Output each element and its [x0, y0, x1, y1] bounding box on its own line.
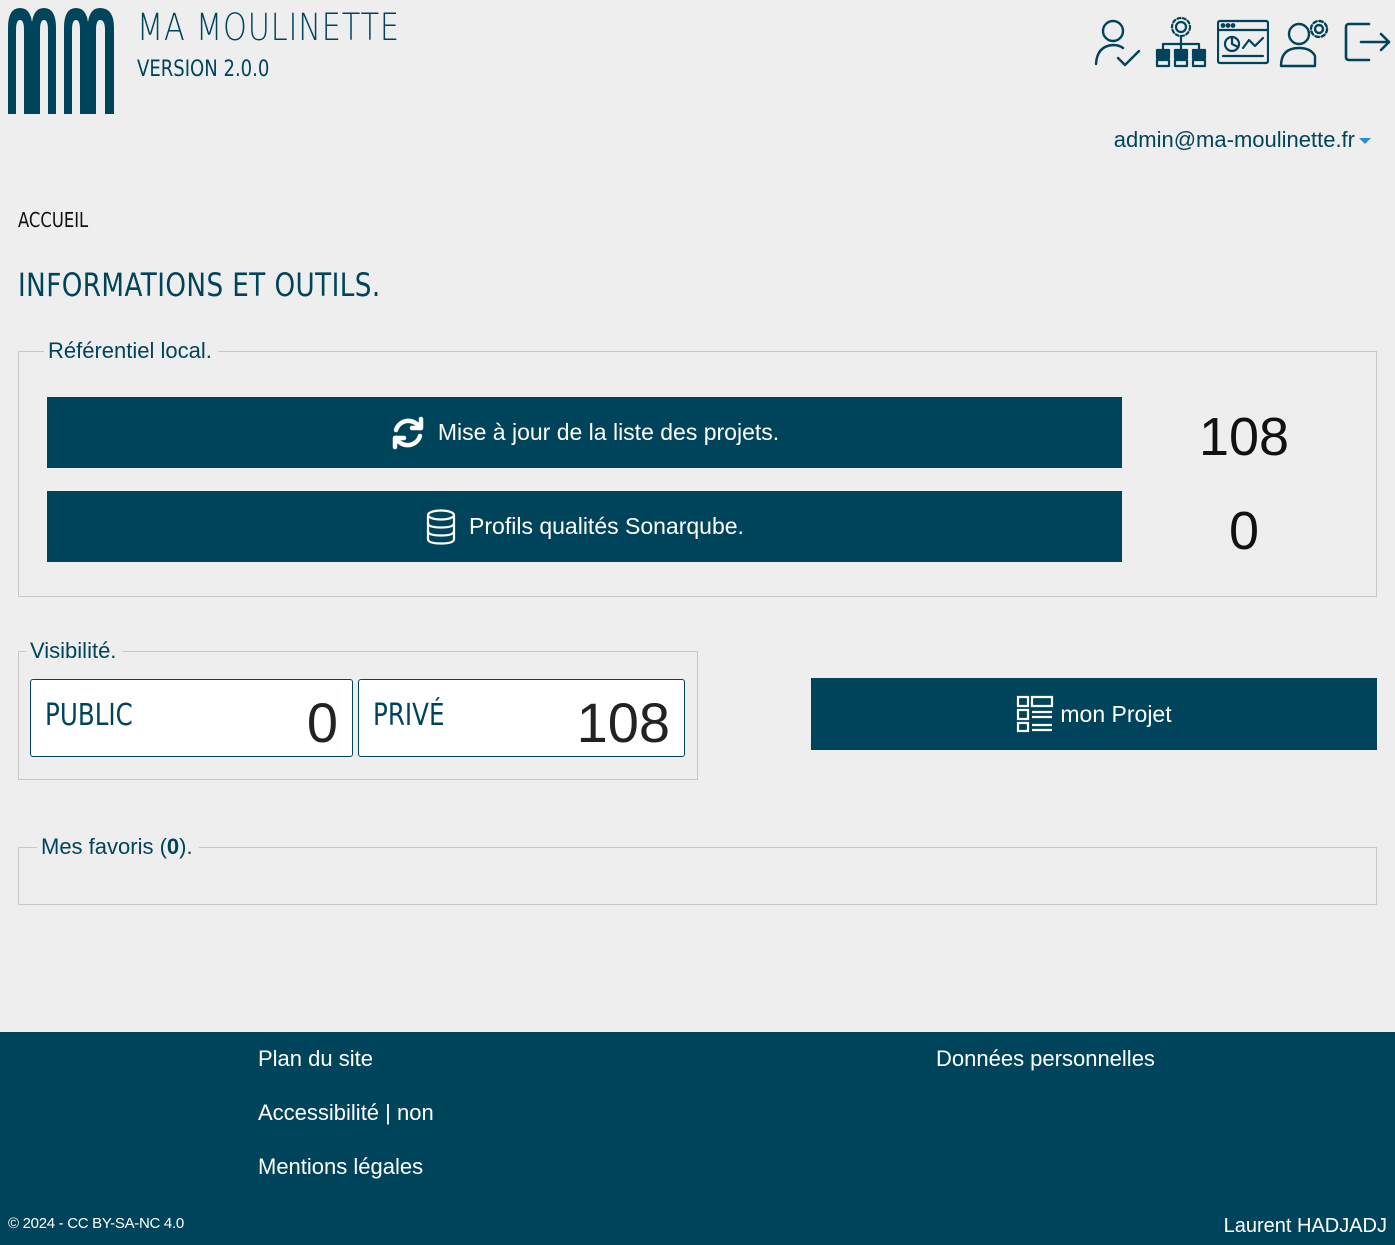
footer-link-accessibilite[interactable]: Accessibilité | non [258, 1100, 434, 1126]
mm-logo-icon[interactable] [8, 8, 114, 114]
breadcrumb[interactable]: ACCUEIL [18, 208, 88, 232]
footer-link-mentions-legales[interactable]: Mentions légales [258, 1154, 423, 1180]
footer-link-donnees-personnelles[interactable]: Données personnelles [936, 1046, 1155, 1072]
prive-value: 108 [576, 691, 670, 754]
author: Laurent HADJADJ [1223, 1215, 1387, 1237]
visibilite-fieldset: Visibilité. PUBLIC 0 PRIVÉ 108 [18, 638, 698, 780]
update-projects-button[interactable]: Mise à jour de la liste des projets. [47, 397, 1122, 468]
refresh-icon [392, 416, 424, 449]
public-card: PUBLIC 0 [30, 679, 353, 757]
prive-label: PRIVÉ [373, 698, 445, 733]
dashboard-chart-icon[interactable] [1217, 14, 1269, 70]
logout-icon[interactable] [1341, 14, 1393, 70]
referentiel-legend: Référentiel local. [44, 338, 218, 364]
favoris-count: 0 [166, 834, 180, 859]
header-toolbar [1093, 14, 1393, 70]
prive-card: PRIVÉ 108 [358, 679, 685, 757]
user-email: admin@ma-moulinette.fr [1113, 127, 1355, 152]
quality-profiles-label: Profils qualités Sonarqube. [469, 513, 744, 539]
footer-link-plan-du-site[interactable]: Plan du site [258, 1046, 373, 1072]
app-title: MA MOULINETTE [137, 6, 400, 49]
favoris-prefix: Mes favoris ( [41, 834, 167, 859]
footer: Plan du site Accessibilité | non Mention… [0, 1032, 1395, 1245]
public-label: PUBLIC [45, 698, 133, 733]
copyright: © 2024 - CC BY-SA-NC 4.0 [8, 1215, 184, 1232]
favoris-fieldset: Mes favoris (0). [18, 834, 1377, 905]
user-menu[interactable]: admin@ma-moulinette.fr [1114, 127, 1371, 153]
quality-profiles-button[interactable]: Profils qualités Sonarqube. [47, 491, 1122, 562]
visibilite-legend: Visibilité. [26, 638, 123, 664]
mon-projet-button[interactable]: mon Projet [811, 678, 1377, 750]
mon-projet-label: mon Projet [1060, 700, 1172, 727]
page-title: INFORMATIONS ET OUTILS. [18, 266, 381, 304]
projects-count: 108 [1198, 407, 1290, 467]
favoris-suffix: ). [179, 834, 193, 859]
referentiel-fieldset: Référentiel local. Mise à jour de la lis… [18, 338, 1377, 597]
public-value: 0 [306, 691, 338, 754]
chevron-down-icon [1359, 138, 1371, 145]
org-settings-icon[interactable] [1155, 14, 1207, 70]
database-icon [426, 508, 456, 545]
user-settings-icon[interactable] [1279, 14, 1331, 70]
profiles-count: 0 [1228, 501, 1260, 561]
favoris-legend: Mes favoris (0). [37, 834, 199, 860]
user-check-icon[interactable] [1093, 14, 1145, 70]
update-projects-label: Mise à jour de la liste des projets. [437, 419, 780, 445]
project-list-icon [1017, 695, 1054, 733]
app-version: VERSION 2.0.0 [137, 57, 270, 82]
